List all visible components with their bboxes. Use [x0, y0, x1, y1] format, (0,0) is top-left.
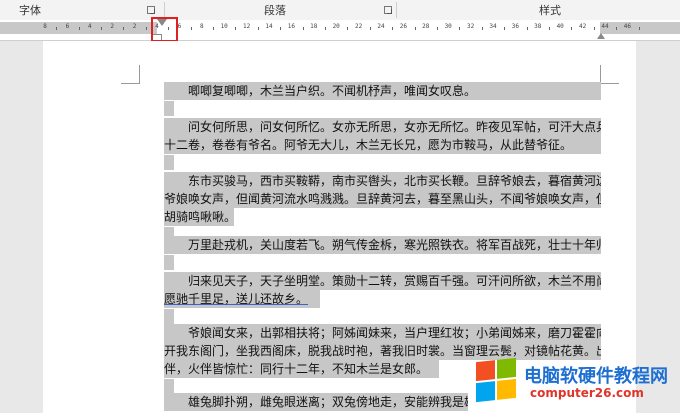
ruler-tick-label: 14	[265, 23, 273, 30]
text-line: 问女何所思，问女何所忆。女亦无所思，女亦无所忆。昨夜见军帖，可汗大点兵，军书	[164, 118, 601, 136]
group-label-font: 字体	[19, 4, 41, 17]
ruler-tick-label: 34	[489, 23, 497, 30]
ruler-tick	[325, 27, 326, 30]
ruler-tick	[235, 27, 237, 30]
ruler-tick-label: 44	[601, 23, 609, 30]
ruler-tick-label: 18	[310, 23, 318, 30]
paragraph-4[interactable]: 万里赴戎机，关山度若飞。朔气传金柝，寒光照铁衣。将军百战死，壮士十年归。	[164, 236, 601, 254]
ruler-tick	[392, 27, 394, 30]
blank-line	[164, 101, 174, 116]
blank-line	[164, 309, 174, 324]
ruler-tick-label: 46	[623, 23, 632, 30]
annotation-highlight-box	[151, 17, 178, 42]
ruler-tick	[123, 27, 125, 30]
right-indent-marker[interactable]	[597, 33, 605, 39]
ruler-tick	[571, 27, 573, 30]
paragraph-dialog-launcher-icon[interactable]	[384, 6, 392, 14]
ruler-tick	[459, 27, 461, 30]
windows-logo-icon	[476, 357, 516, 403]
ruler-tick	[190, 27, 192, 30]
ruler-tick	[638, 27, 640, 30]
ruler-tick-label: 8	[199, 23, 204, 30]
horizontal-ruler[interactable]: 8 6 4 2 2 4 6 8 10 12 14 16 18 20 22 24 26 28 30 32 34 36 38 40…	[0, 20, 680, 41]
watermark-url: computer26.com	[530, 386, 644, 400]
ruler-tick-label: 12	[242, 23, 251, 30]
page-corner-mark	[600, 65, 619, 84]
ruler-tick-label: 42	[578, 23, 587, 30]
group-label-styles: 样式	[539, 4, 561, 17]
ruler-tick-label: 2	[110, 23, 114, 30]
blank-line	[164, 255, 174, 270]
ruler-tick	[504, 27, 506, 30]
ribbon-bar: 字体 段落 样式	[0, 0, 680, 21]
text-line: 归来见天子，天子坐明堂。策勋十二转，赏赐百千强。可汗问所欲，木兰不用尚书郎，	[164, 272, 601, 290]
ruler-tick-label: 8	[43, 23, 47, 30]
blank-line	[164, 155, 174, 170]
ruler-tick-label: 24	[377, 23, 385, 30]
ruler-tick	[369, 27, 371, 30]
ruler-tick	[526, 27, 528, 30]
ruler-tick	[56, 27, 58, 30]
ruler-tick-label: 10	[220, 23, 228, 30]
blank-line	[164, 379, 174, 394]
ruler-tick	[481, 27, 483, 30]
text-line: 十二卷，卷卷有爷名。阿爷无大儿，木兰无长兄，愿为市鞍马，从此替爷征。	[164, 136, 601, 154]
ruler-tick-label: 20	[332, 23, 340, 30]
ruler-tick-label: 28	[422, 23, 430, 30]
ruler-tick	[145, 27, 147, 30]
ruler-tick	[78, 27, 80, 30]
ruler-tick-label: 26	[399, 23, 408, 30]
text-line: 唧唧复唧唧，木兰当户织。不闻机杼声，唯闻女叹息。	[164, 82, 601, 100]
ruler-tick-label: 22	[354, 23, 363, 30]
ruler-tick-label: 36	[511, 23, 520, 30]
ruler-tick	[347, 27, 349, 30]
ruler-tick-label: 40	[556, 23, 564, 30]
ruler-tick	[437, 27, 438, 30]
ruler-tick	[414, 27, 416, 30]
text-line: 万里赴戎机，关山度若飞。朔气传金柝，寒光照铁衣。将军百战死，壮士十年归。	[164, 236, 601, 254]
ruler-tick	[302, 27, 304, 30]
group-divider	[396, 2, 397, 18]
ruler-tick-label: 32	[466, 23, 475, 30]
text-line: 愿驰千里足，送儿还故乡。	[164, 290, 320, 308]
paragraph-5[interactable]: 归来见天子，天子坐明堂。策勋十二转，赏赐百千强。可汗问所欲，木兰不用尚书郎， 愿…	[164, 272, 601, 308]
ruler-tick	[101, 27, 102, 30]
ruler-tick-label: 6	[177, 23, 182, 30]
ruler-tick	[257, 27, 259, 30]
ruler-tick	[616, 27, 618, 30]
font-dialog-launcher-icon[interactable]	[147, 6, 155, 14]
ruler-tick	[593, 27, 595, 30]
ruler-right-margin	[600, 22, 680, 34]
ruler-tick-label: 4	[87, 23, 92, 30]
text-line: 爷娘唤女声，但闻黄河流水鸣溅溅。旦辞黄河去，暮至黑山头，不闻爷娘唤女声，但闻燕山	[164, 190, 601, 208]
group-label-paragraph: 段落	[264, 4, 286, 17]
text-line: 爷娘闻女来，出郭相扶将；阿姊闻妹来，当户理红妆；小弟闻姊来，磨刀霍霍向猪羊。	[164, 324, 601, 342]
ruler-tick-label: 6	[65, 23, 70, 30]
group-divider	[164, 2, 165, 18]
paragraph-3[interactable]: 东市买骏马，西市买鞍鞯，南市买辔头，北市买长鞭。旦辞爷娘去，暮宿黄河边，不闻 爷…	[164, 172, 601, 226]
ruler-tick-label: 30	[444, 23, 452, 30]
text-line: 雄兔脚扑朔，雌兔眼迷离；双兔傍地走，安能辨我是雄雌？	[164, 393, 468, 411]
page-corner-mark	[121, 65, 140, 84]
watermark-title: 电脑软硬件教程网	[524, 366, 668, 387]
ruler-tick-label: 16	[287, 23, 296, 30]
text-line: 东市买骏马，西市买鞍鞯，南市买辔头，北市买长鞭。旦辞爷娘去，暮宿黄河边，不闻	[164, 172, 601, 190]
text-line: 胡骑鸣啾啾。	[164, 208, 234, 226]
ruler-tick-label: 2	[132, 23, 137, 30]
site-watermark: 电脑软硬件教程网 computer26.com	[472, 356, 680, 413]
ruler-tick	[280, 27, 282, 30]
ruler-tick	[549, 27, 550, 30]
ruler-tick-label: 38	[534, 23, 542, 30]
ruler-tick	[213, 27, 214, 30]
paragraph-1[interactable]: 唧唧复唧唧，木兰当户织。不闻机杼声，唯闻女叹息。	[164, 82, 601, 100]
text-line: 伴，火伴皆惊忙：同行十二年，不知木兰是女郎。	[164, 360, 439, 378]
paragraph-2[interactable]: 问女何所思，问女何所忆。女亦无所思，女亦无所忆。昨夜见军帖，可汗大点兵，军书 十…	[164, 118, 601, 154]
